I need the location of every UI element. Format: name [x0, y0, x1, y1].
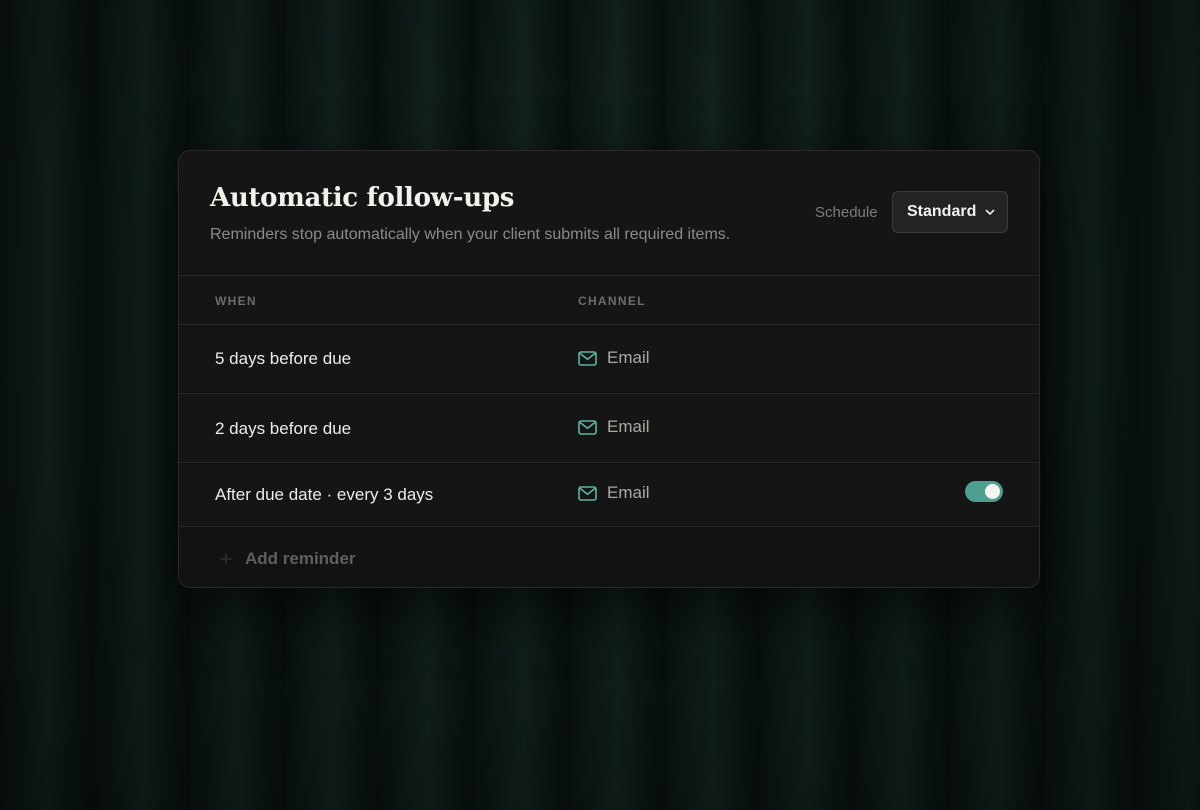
mail-icon: [578, 485, 597, 501]
schedule-dropdown[interactable]: Standard: [892, 191, 1008, 233]
card-footer: Add reminder: [179, 527, 1039, 587]
mail-icon: [578, 350, 597, 366]
reminder-channel: Email: [578, 483, 650, 503]
reminder-enabled-toggle[interactable]: [965, 481, 1003, 502]
card-title: Automatic follow-ups: [210, 183, 515, 213]
card-subtitle: Reminders stop automatically when your c…: [210, 226, 731, 243]
reminder-channel-label: Email: [607, 348, 650, 367]
reminder-row[interactable]: After due date · every 3 days Email: [179, 463, 1039, 527]
reminder-when: 5 days before due: [215, 349, 352, 368]
reminder-channel: Email: [578, 348, 650, 368]
chevron-down-icon: [984, 206, 996, 218]
reminder-when: After due date · every 3 days: [215, 485, 434, 504]
column-header-channel: CHANNEL: [578, 294, 646, 308]
table-header: WHEN CHANNEL: [179, 276, 1039, 325]
schedule-label: Schedule: [815, 204, 878, 221]
column-header-when: WHEN: [215, 294, 257, 308]
schedule-selected-value: Standard: [907, 203, 977, 220]
add-reminder-button[interactable]: Add reminder: [219, 549, 356, 569]
add-reminder-label: Add reminder: [245, 549, 356, 568]
reminder-row[interactable]: 2 days before due Email: [179, 394, 1039, 463]
reminder-when: 2 days before due: [215, 419, 352, 438]
reminder-row[interactable]: 5 days before due Email: [179, 325, 1039, 394]
reminder-channel: Email: [578, 417, 650, 437]
mail-icon: [578, 419, 597, 435]
plus-icon: [219, 552, 233, 566]
reminder-channel-label: Email: [607, 483, 650, 502]
reminder-channel-label: Email: [607, 417, 650, 436]
toggle-knob: [985, 484, 1000, 499]
card-header: Automatic follow-ups Reminders stop auto…: [179, 151, 1039, 276]
follow-ups-card: Automatic follow-ups Reminders stop auto…: [178, 150, 1040, 588]
